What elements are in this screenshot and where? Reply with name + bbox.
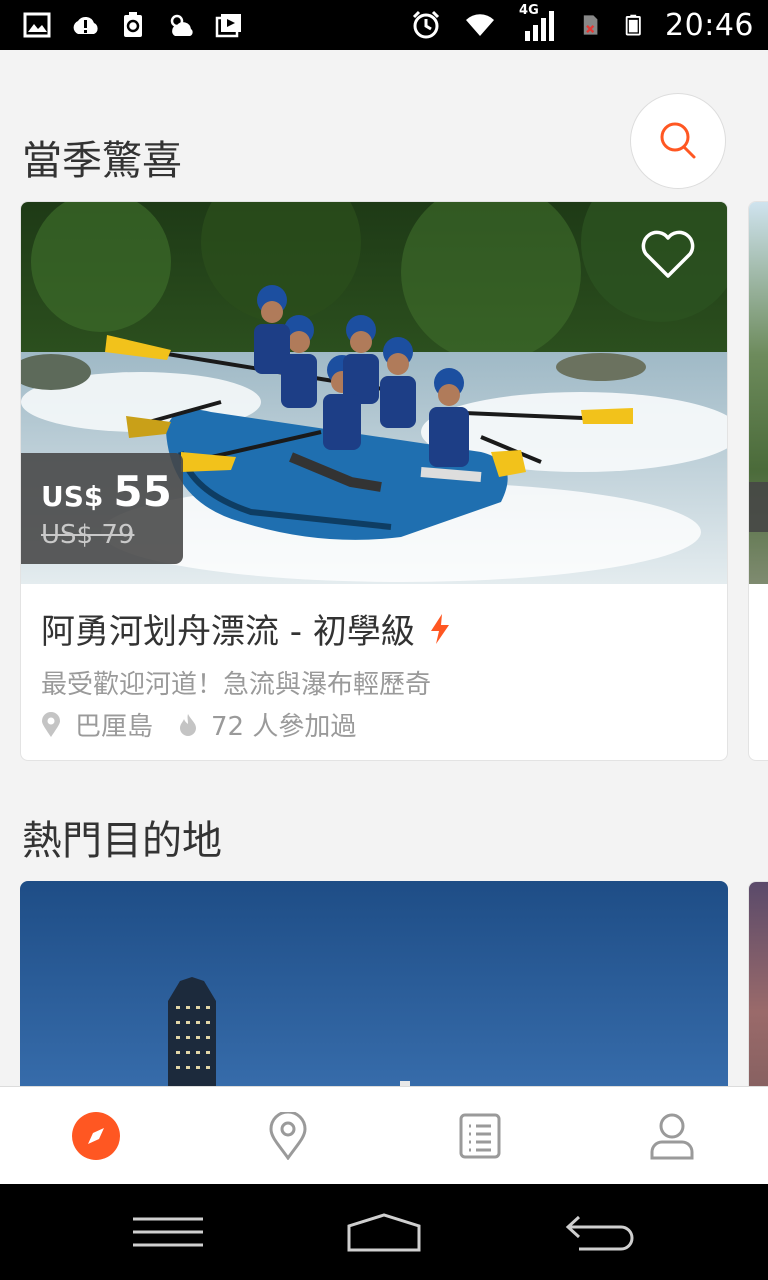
search-button[interactable] <box>630 93 726 189</box>
status-left-icons <box>22 10 244 40</box>
original-price: US$ 79 <box>41 520 135 550</box>
menu-icon <box>133 1217 203 1247</box>
nav-destinations[interactable] <box>192 1087 384 1184</box>
next-activity-card-peek[interactable] <box>748 201 768 761</box>
bottom-navigation <box>0 1086 768 1184</box>
recycle-icon <box>124 12 142 37</box>
activity-meta: 巴厘島 72 人參加過 <box>41 706 382 743</box>
activity-title-row[interactable]: 阿勇河划舟漂流 - 初學級 <box>41 604 451 653</box>
status-bar: 4G 20:46 <box>0 0 768 50</box>
nav-explore[interactable] <box>0 1087 192 1184</box>
location-text: 巴厘島 <box>75 712 154 742</box>
media-icon <box>215 14 241 38</box>
current-price: US$ 55 <box>41 467 183 516</box>
map-pin-icon <box>269 1111 307 1160</box>
price-currency: US$ <box>41 480 104 513</box>
main-content[interactable]: 當季驚喜 US$ 55 US$ 79 阿勇河划舟漂流 - 初學級 最受歡迎河道！… <box>0 50 768 1086</box>
participants-meta: 72 人參加過 <box>179 706 356 743</box>
seasonal-section-title: 當季驚喜 <box>22 138 182 184</box>
system-navigation-bar <box>0 1184 768 1280</box>
favorite-heart-icon[interactable] <box>639 226 697 280</box>
image-icon <box>23 12 51 38</box>
user-icon <box>650 1113 694 1159</box>
menu-button[interactable] <box>118 1202 218 1262</box>
flame-icon <box>180 713 197 736</box>
cloud-alert-icon <box>73 16 98 34</box>
nav-bookings[interactable] <box>384 1087 576 1184</box>
destination-card[interactable] <box>20 881 728 1086</box>
price-tag: US$ 55 US$ 79 <box>21 453 183 564</box>
wifi-icon <box>466 14 495 36</box>
weather-icon <box>170 14 193 36</box>
price-amount: 55 <box>113 467 172 516</box>
no-sim-icon <box>583 15 598 35</box>
back-icon <box>565 1215 634 1251</box>
home-button[interactable] <box>334 1202 434 1262</box>
alarm-icon <box>412 10 440 39</box>
battery-icon <box>625 14 641 36</box>
compass-icon <box>72 1111 120 1160</box>
signal-icon: 4G <box>519 3 559 43</box>
next-destination-card-peek[interactable] <box>748 881 768 1086</box>
participants-text: 72 人參加過 <box>211 712 357 742</box>
activity-title: 阿勇河划舟漂流 - 初學級 <box>41 612 415 652</box>
activity-subtitle: 最受歡迎河道！急流與瀑布輕歷奇 <box>41 670 432 700</box>
lightning-icon <box>430 613 449 644</box>
list-icon <box>459 1113 501 1158</box>
clock: 20:46 <box>665 7 754 43</box>
location-pin-icon <box>42 711 60 737</box>
search-icon <box>660 122 696 159</box>
nav-account[interactable] <box>576 1087 768 1184</box>
activity-card[interactable]: US$ 55 US$ 79 阿勇河划舟漂流 - 初學級 最受歡迎河道！急流與瀑布… <box>20 201 728 761</box>
status-right-icons: 4G 20:46 <box>411 3 754 43</box>
location-meta: 巴厘島 <box>41 706 153 743</box>
home-icon <box>347 1213 421 1252</box>
city-skyline-photo <box>20 881 728 1086</box>
back-button[interactable] <box>550 1202 650 1262</box>
activity-image[interactable]: US$ 55 US$ 79 <box>21 202 727 584</box>
destinations-section-title: 熱門目的地 <box>22 818 222 864</box>
